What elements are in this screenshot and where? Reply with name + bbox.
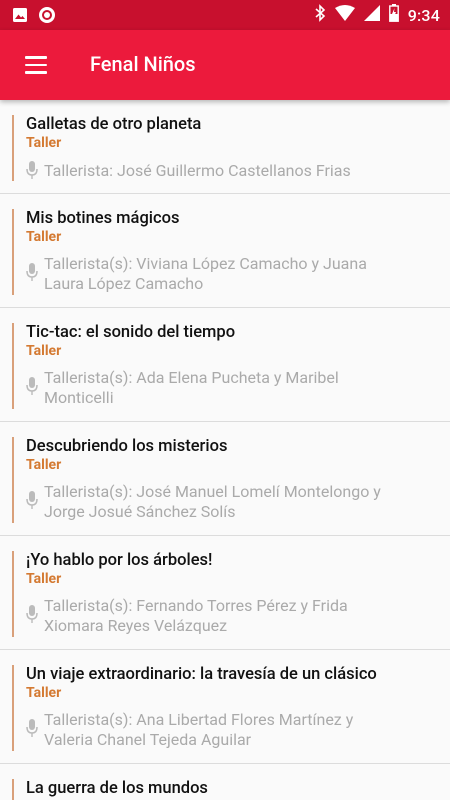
workshop-instructors-cont: Monticelli bbox=[44, 388, 114, 407]
signal-icon bbox=[363, 5, 380, 25]
workshop-title: Tic-tac: el sonido del tiempo bbox=[26, 323, 236, 342]
app-title: Fenal Niños bbox=[90, 52, 196, 76]
microphone-icon bbox=[26, 377, 38, 395]
microphone-icon bbox=[26, 263, 38, 281]
list-item[interactable]: Tic-tac: el sonido del tiempo Taller Tal… bbox=[0, 308, 450, 422]
app-bar: Fenal Niños bbox=[0, 30, 450, 100]
accent-bar bbox=[12, 115, 14, 181]
microphone-icon bbox=[26, 491, 38, 509]
list-item[interactable]: ¡Yo hablo por los árboles! Taller Taller… bbox=[0, 536, 450, 650]
workshop-title: Mis botines mágicos bbox=[26, 209, 180, 228]
list-item[interactable]: Descubriendo los misterios Taller Taller… bbox=[0, 422, 450, 536]
accent-bar bbox=[12, 665, 14, 751]
workshop-instructors: Tallerista(s): José Manuel Lomelí Montel… bbox=[44, 482, 381, 501]
workshop-type: Taller bbox=[26, 135, 62, 151]
hamburger-menu-icon[interactable] bbox=[14, 43, 58, 87]
workshop-title: Galletas de otro planeta bbox=[26, 115, 202, 134]
workshop-instructors-cont: Laura López Camacho bbox=[44, 274, 204, 293]
accent-bar bbox=[12, 437, 14, 523]
accent-bar bbox=[12, 209, 14, 295]
accent-bar bbox=[12, 323, 14, 409]
list-item[interactable]: Un viaje extraordinario: la travesía de … bbox=[0, 650, 450, 764]
workshop-type: Taller bbox=[26, 229, 62, 245]
workshop-type: Taller bbox=[26, 571, 62, 587]
bluetooth-icon bbox=[314, 4, 326, 26]
workshop-type: Taller bbox=[26, 457, 62, 473]
workshop-instructors: Tallerista(s): Ada Elena Pucheta y Marib… bbox=[44, 368, 339, 387]
workshop-type: Taller bbox=[26, 685, 62, 701]
list-item[interactable]: Galletas de otro planeta Taller Talleris… bbox=[0, 100, 450, 194]
status-time: 9:34 bbox=[407, 5, 440, 25]
status-bar: 9:34 bbox=[0, 0, 450, 30]
workshop-instructors: Tallerista(s): Ana Libertad Flores Martí… bbox=[44, 710, 354, 729]
accent-bar bbox=[12, 779, 14, 800]
list-item[interactable]: La guerra de los mundos bbox=[0, 764, 450, 800]
image-icon bbox=[12, 7, 28, 27]
wifi-icon bbox=[334, 5, 355, 25]
workshop-type: Taller bbox=[26, 343, 62, 359]
workshop-instructors-cont: Xiomara Reyes Velázquez bbox=[44, 616, 228, 635]
battery-charging-icon bbox=[388, 4, 399, 26]
workshop-title: ¡Yo hablo por los árboles! bbox=[26, 551, 213, 570]
list-item[interactable]: Mis botines mágicos Taller Tallerista(s)… bbox=[0, 194, 450, 308]
workshop-instructors: Tallerista(s): Viviana López Camacho y J… bbox=[44, 254, 367, 273]
microphone-icon bbox=[26, 161, 38, 179]
workshop-instructors: Tallerista(s): Fernando Torres Pérez y F… bbox=[44, 596, 348, 615]
workshop-title: Descubriendo los misterios bbox=[26, 437, 228, 456]
workshop-title: Un viaje extraordinario: la travesía de … bbox=[26, 665, 377, 684]
workshop-instructors-cont: Jorge Josué Sánchez Solís bbox=[44, 502, 236, 521]
workshop-instructors-cont: Valeria Chanel Tejeda Aguilar bbox=[44, 730, 252, 749]
workshop-instructors: Tallerista: José Guillermo Castellanos F… bbox=[44, 161, 351, 180]
workshop-title: La guerra de los mundos bbox=[26, 779, 208, 798]
microphone-icon bbox=[26, 605, 38, 623]
record-icon bbox=[38, 6, 56, 28]
accent-bar bbox=[12, 551, 14, 637]
workshop-list[interactable]: Galletas de otro planeta Taller Talleris… bbox=[0, 100, 450, 800]
microphone-icon bbox=[26, 719, 38, 737]
